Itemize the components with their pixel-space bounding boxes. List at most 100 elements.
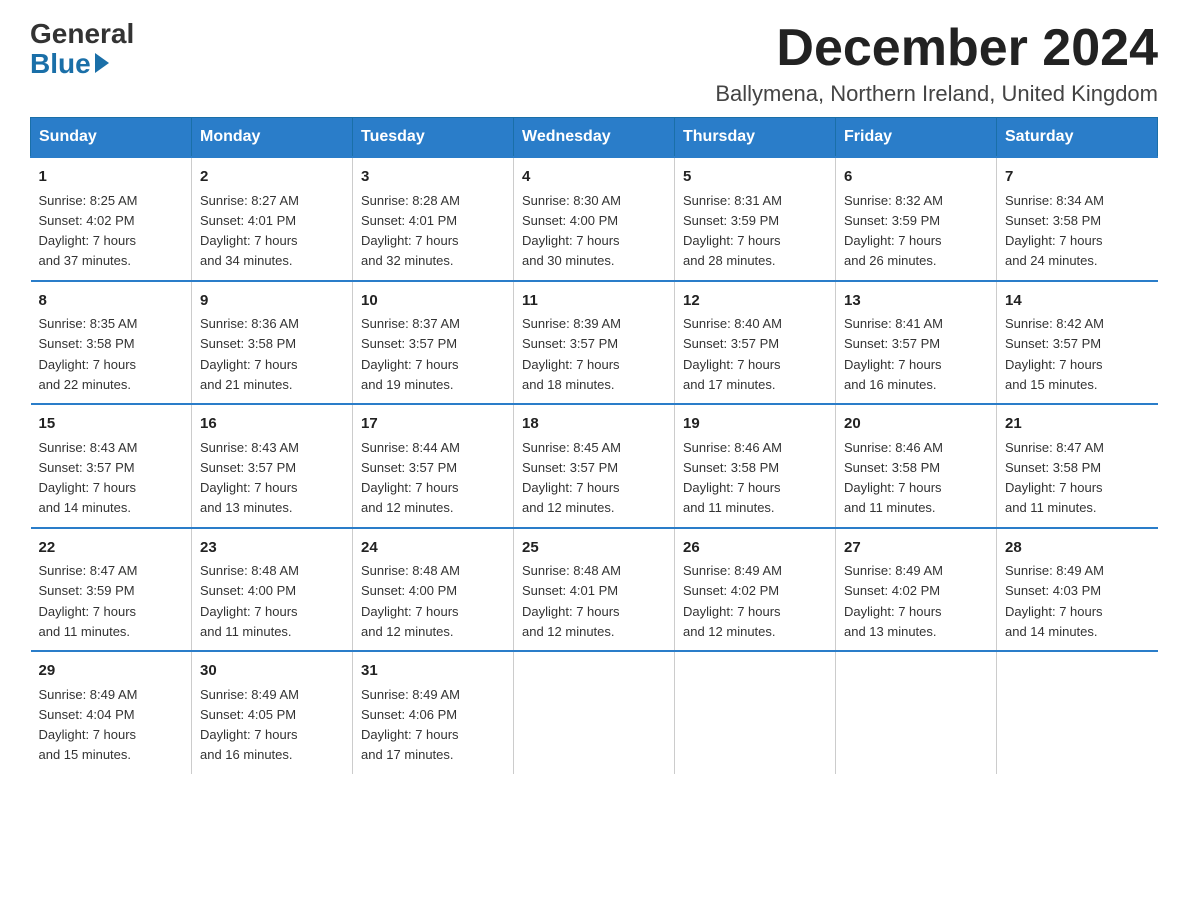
day-number: 24	[361, 537, 505, 560]
logo-triangle-icon	[95, 53, 109, 73]
day-cell: 8 Sunrise: 8:35 AMSunset: 3:58 PMDayligh…	[31, 281, 192, 405]
day-cell: 17 Sunrise: 8:44 AMSunset: 3:57 PMDaylig…	[353, 404, 514, 528]
day-info-block: Sunrise: 8:40 AMSunset: 3:57 PMDaylight:…	[683, 316, 782, 392]
day-number: 30	[200, 660, 344, 683]
day-number: 17	[361, 413, 505, 436]
day-number: 12	[683, 290, 827, 313]
day-cell: 3 Sunrise: 8:28 AMSunset: 4:01 PMDayligh…	[353, 157, 514, 281]
day-number: 16	[200, 413, 344, 436]
day-info-block: Sunrise: 8:48 AMSunset: 4:00 PMDaylight:…	[361, 563, 460, 639]
day-number: 13	[844, 290, 988, 313]
day-info-block: Sunrise: 8:49 AMSunset: 4:02 PMDaylight:…	[844, 563, 943, 639]
day-info-block: Sunrise: 8:31 AMSunset: 3:59 PMDaylight:…	[683, 193, 782, 269]
day-number: 25	[522, 537, 666, 560]
day-cell: 29 Sunrise: 8:49 AMSunset: 4:04 PMDaylig…	[31, 651, 192, 774]
day-cell: 18 Sunrise: 8:45 AMSunset: 3:57 PMDaylig…	[514, 404, 675, 528]
week-row-4: 22 Sunrise: 8:47 AMSunset: 3:59 PMDaylig…	[31, 528, 1158, 652]
day-info-block: Sunrise: 8:35 AMSunset: 3:58 PMDaylight:…	[39, 316, 138, 392]
day-info-block: Sunrise: 8:49 AMSunset: 4:04 PMDaylight:…	[39, 687, 138, 763]
week-row-1: 1 Sunrise: 8:25 AMSunset: 4:02 PMDayligh…	[31, 157, 1158, 281]
day-number: 18	[522, 413, 666, 436]
day-number: 4	[522, 166, 666, 189]
day-info-block: Sunrise: 8:44 AMSunset: 3:57 PMDaylight:…	[361, 440, 460, 516]
day-info-block: Sunrise: 8:49 AMSunset: 4:03 PMDaylight:…	[1005, 563, 1104, 639]
day-info-block: Sunrise: 8:46 AMSunset: 3:58 PMDaylight:…	[683, 440, 782, 516]
day-info-block: Sunrise: 8:49 AMSunset: 4:06 PMDaylight:…	[361, 687, 460, 763]
day-info-block: Sunrise: 8:43 AMSunset: 3:57 PMDaylight:…	[200, 440, 299, 516]
logo: General Blue	[30, 20, 134, 80]
header-saturday: Saturday	[997, 118, 1158, 158]
day-info-block: Sunrise: 8:36 AMSunset: 3:58 PMDaylight:…	[200, 316, 299, 392]
day-cell: 2 Sunrise: 8:27 AMSunset: 4:01 PMDayligh…	[192, 157, 353, 281]
day-number: 27	[844, 537, 988, 560]
day-info-block: Sunrise: 8:32 AMSunset: 3:59 PMDaylight:…	[844, 193, 943, 269]
day-number: 11	[522, 290, 666, 313]
day-number: 6	[844, 166, 988, 189]
day-cell: 24 Sunrise: 8:48 AMSunset: 4:00 PMDaylig…	[353, 528, 514, 652]
day-info-block: Sunrise: 8:47 AMSunset: 3:58 PMDaylight:…	[1005, 440, 1104, 516]
calendar-header-row: SundayMondayTuesdayWednesdayThursdayFrid…	[31, 118, 1158, 158]
header-thursday: Thursday	[675, 118, 836, 158]
day-info-block: Sunrise: 8:28 AMSunset: 4:01 PMDaylight:…	[361, 193, 460, 269]
day-cell: 9 Sunrise: 8:36 AMSunset: 3:58 PMDayligh…	[192, 281, 353, 405]
day-number: 22	[39, 537, 184, 560]
header-sunday: Sunday	[31, 118, 192, 158]
day-cell: 10 Sunrise: 8:37 AMSunset: 3:57 PMDaylig…	[353, 281, 514, 405]
day-cell: 12 Sunrise: 8:40 AMSunset: 3:57 PMDaylig…	[675, 281, 836, 405]
day-number: 15	[39, 413, 184, 436]
header-wednesday: Wednesday	[514, 118, 675, 158]
day-info-block: Sunrise: 8:42 AMSunset: 3:57 PMDaylight:…	[1005, 316, 1104, 392]
week-row-3: 15 Sunrise: 8:43 AMSunset: 3:57 PMDaylig…	[31, 404, 1158, 528]
day-cell: 28 Sunrise: 8:49 AMSunset: 4:03 PMDaylig…	[997, 528, 1158, 652]
day-cell: 4 Sunrise: 8:30 AMSunset: 4:00 PMDayligh…	[514, 157, 675, 281]
day-cell: 22 Sunrise: 8:47 AMSunset: 3:59 PMDaylig…	[31, 528, 192, 652]
day-cell: 27 Sunrise: 8:49 AMSunset: 4:02 PMDaylig…	[836, 528, 997, 652]
day-cell: 21 Sunrise: 8:47 AMSunset: 3:58 PMDaylig…	[997, 404, 1158, 528]
logo-blue-text: Blue	[30, 48, 109, 80]
day-info-block: Sunrise: 8:49 AMSunset: 4:02 PMDaylight:…	[683, 563, 782, 639]
day-cell: 5 Sunrise: 8:31 AMSunset: 3:59 PMDayligh…	[675, 157, 836, 281]
day-cell	[514, 651, 675, 774]
day-number: 26	[683, 537, 827, 560]
day-cell: 25 Sunrise: 8:48 AMSunset: 4:01 PMDaylig…	[514, 528, 675, 652]
day-number: 29	[39, 660, 184, 683]
header: General Blue December 2024 Ballymena, No…	[30, 20, 1158, 107]
day-number: 9	[200, 290, 344, 313]
day-cell	[997, 651, 1158, 774]
day-number: 10	[361, 290, 505, 313]
week-row-2: 8 Sunrise: 8:35 AMSunset: 3:58 PMDayligh…	[31, 281, 1158, 405]
day-cell: 13 Sunrise: 8:41 AMSunset: 3:57 PMDaylig…	[836, 281, 997, 405]
day-info-block: Sunrise: 8:47 AMSunset: 3:59 PMDaylight:…	[39, 563, 138, 639]
day-info-block: Sunrise: 8:30 AMSunset: 4:00 PMDaylight:…	[522, 193, 621, 269]
day-info-block: Sunrise: 8:45 AMSunset: 3:57 PMDaylight:…	[522, 440, 621, 516]
day-cell: 14 Sunrise: 8:42 AMSunset: 3:57 PMDaylig…	[997, 281, 1158, 405]
day-cell: 23 Sunrise: 8:48 AMSunset: 4:00 PMDaylig…	[192, 528, 353, 652]
day-cell: 26 Sunrise: 8:49 AMSunset: 4:02 PMDaylig…	[675, 528, 836, 652]
day-info-block: Sunrise: 8:41 AMSunset: 3:57 PMDaylight:…	[844, 316, 943, 392]
day-cell: 6 Sunrise: 8:32 AMSunset: 3:59 PMDayligh…	[836, 157, 997, 281]
day-cell: 1 Sunrise: 8:25 AMSunset: 4:02 PMDayligh…	[31, 157, 192, 281]
day-cell: 15 Sunrise: 8:43 AMSunset: 3:57 PMDaylig…	[31, 404, 192, 528]
day-info-block: Sunrise: 8:25 AMSunset: 4:02 PMDaylight:…	[39, 193, 138, 269]
day-number: 20	[844, 413, 988, 436]
month-title: December 2024	[715, 20, 1158, 77]
day-info-block: Sunrise: 8:48 AMSunset: 4:00 PMDaylight:…	[200, 563, 299, 639]
title-area: December 2024 Ballymena, Northern Irelan…	[715, 20, 1158, 107]
day-info-block: Sunrise: 8:46 AMSunset: 3:58 PMDaylight:…	[844, 440, 943, 516]
logo-general-text: General	[30, 20, 134, 48]
day-info-block: Sunrise: 8:37 AMSunset: 3:57 PMDaylight:…	[361, 316, 460, 392]
day-number: 3	[361, 166, 505, 189]
day-number: 23	[200, 537, 344, 560]
day-info-block: Sunrise: 8:34 AMSunset: 3:58 PMDaylight:…	[1005, 193, 1104, 269]
day-cell: 16 Sunrise: 8:43 AMSunset: 3:57 PMDaylig…	[192, 404, 353, 528]
week-row-5: 29 Sunrise: 8:49 AMSunset: 4:04 PMDaylig…	[31, 651, 1158, 774]
day-number: 19	[683, 413, 827, 436]
day-cell: 31 Sunrise: 8:49 AMSunset: 4:06 PMDaylig…	[353, 651, 514, 774]
day-number: 21	[1005, 413, 1150, 436]
day-number: 8	[39, 290, 184, 313]
day-number: 31	[361, 660, 505, 683]
day-number: 14	[1005, 290, 1150, 313]
header-friday: Friday	[836, 118, 997, 158]
day-number: 2	[200, 166, 344, 189]
day-info-block: Sunrise: 8:49 AMSunset: 4:05 PMDaylight:…	[200, 687, 299, 763]
